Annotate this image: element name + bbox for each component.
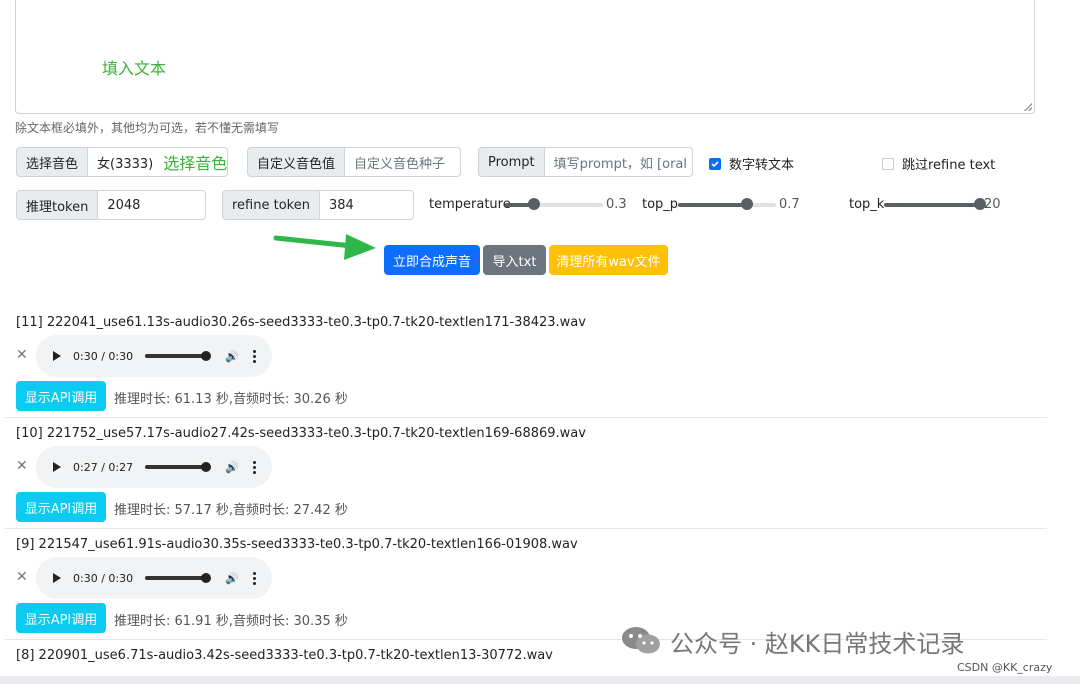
annotation-select-voice: 选择音色 [163, 154, 228, 173]
more-options-icon[interactable] [252, 349, 256, 363]
bottom-strip [0, 676, 1080, 684]
play-icon[interactable] [53, 462, 61, 472]
volume-icon[interactable]: 🔊 [225, 572, 239, 585]
result-divider [5, 528, 1047, 529]
volume-icon[interactable]: 🔊 [225, 350, 239, 363]
prompt-group: Prompt 填写prompt，如 [oral [478, 147, 693, 177]
volume-icon[interactable]: 🔊 [225, 461, 239, 474]
result-filename: [10] 221752_use57.17s-audio27.42s-seed33… [16, 426, 586, 441]
more-options-icon[interactable] [252, 571, 256, 585]
top-p-thumb[interactable] [740, 198, 753, 210]
top-k-value: 20 [984, 197, 1001, 212]
top-k-fill [884, 203, 980, 207]
infer-token-group: 推理token 2048 [16, 190, 207, 220]
annotation-fill-text: 填入文本 [102, 59, 167, 78]
refine-token-label: refine token [222, 190, 320, 220]
temperature-thumb[interactable] [528, 198, 541, 210]
close-icon[interactable]: ✕ [16, 347, 28, 363]
audio-progress[interactable] [145, 462, 212, 472]
voice-select-group: 选择音色 女(3333) 选择音色 [16, 147, 229, 177]
close-icon[interactable]: ✕ [16, 458, 28, 474]
synthesize-button[interactable]: 立即合成声音 [384, 245, 480, 275]
temperature-slider[interactable] [505, 198, 603, 210]
temperature-label: temperature [429, 197, 511, 212]
import-txt-button[interactable]: 导入txt [483, 245, 546, 275]
refine-token-group: refine token 384 [222, 190, 414, 220]
more-options-icon[interactable] [252, 460, 256, 474]
prompt-input[interactable]: 填写prompt，如 [oral [544, 147, 693, 177]
voice-label: 选择音色 [16, 147, 89, 177]
watermark-text: 公众号 · 赵KK日常技术记录 [670, 630, 965, 658]
play-icon[interactable] [53, 351, 61, 361]
green-arrow-icon [273, 234, 376, 260]
checkbox-checked-icon [709, 157, 721, 170]
show-api-button[interactable]: 显示API调用 [16, 381, 106, 411]
show-api-button[interactable]: 显示API调用 [16, 492, 106, 522]
audio-player[interactable]: 0:30 / 0:30 🔊 [36, 335, 272, 377]
form-hint: 除文本框必填外，其他均为可选，若不懂无需填写 [15, 121, 280, 135]
audio-progress[interactable] [145, 351, 212, 361]
infer-token-label: 推理token [16, 190, 99, 220]
custom-seed-label: 自定义音色值 [247, 147, 346, 177]
top-p-value: 0.7 [779, 197, 800, 212]
close-icon[interactable]: ✕ [16, 569, 28, 585]
result-meta: 推理时长: 61.13 秒,音频时长: 30.26 秒 [114, 392, 348, 407]
result-divider [5, 417, 1047, 418]
refine-token-input[interactable]: 384 [319, 190, 414, 220]
audio-time: 0:30 / 0:30 [73, 571, 134, 585]
result-filename: [8] 220901_use6.71s-audio3.42s-seed3333-… [16, 648, 553, 663]
resize-handle[interactable] [1024, 103, 1032, 111]
clear-wav-button[interactable]: 清理所有wav文件 [549, 245, 668, 275]
custom-seed-group: 自定义音色值 自定义音色种子 [247, 147, 462, 177]
audio-progress[interactable] [145, 573, 212, 583]
num-to-text-label: 数字转文本 [729, 158, 795, 173]
csdn-credit: CSDN @KK_crazy [957, 661, 1053, 674]
top-k-label: top_k [849, 197, 885, 212]
skip-refine-checkbox[interactable]: 跳过refine text [882, 154, 995, 173]
checkbox-unchecked-icon [882, 157, 894, 170]
text-input[interactable] [15, 0, 1035, 114]
result-meta: 推理时长: 61.91 秒,音频时长: 30.35 秒 [114, 614, 348, 629]
top-p-label: top_p [642, 197, 679, 212]
top-p-slider[interactable] [678, 198, 776, 210]
audio-player[interactable]: 0:27 / 0:27 🔊 [36, 446, 272, 488]
top-p-fill [678, 203, 747, 207]
temperature-value: 0.3 [606, 197, 627, 212]
audio-time: 0:27 / 0:27 [73, 460, 134, 474]
result-filename: [9] 221547_use61.91s-audio30.35s-seed333… [16, 537, 578, 552]
top-k-slider[interactable] [884, 198, 986, 210]
audio-player[interactable]: 0:30 / 0:30 🔊 [36, 557, 272, 599]
play-icon[interactable] [53, 573, 61, 583]
num-to-text-checkbox[interactable]: 数字转文本 [709, 154, 794, 173]
wechat-icon [622, 627, 660, 654]
infer-token-input[interactable]: 2048 [98, 190, 207, 220]
voice-select[interactable]: 女(3333) 选择音色 [88, 147, 229, 177]
skip-refine-label: 跳过refine text [902, 158, 996, 173]
result-meta: 推理时长: 57.17 秒,音频时长: 27.42 秒 [114, 503, 348, 518]
custom-seed-input[interactable]: 自定义音色种子 [345, 147, 462, 177]
audio-time: 0:30 / 0:30 [73, 349, 134, 363]
prompt-label: Prompt [478, 147, 545, 177]
result-filename: [11] 222041_use61.13s-audio30.26s-seed33… [16, 315, 586, 330]
show-api-button[interactable]: 显示API调用 [16, 603, 106, 633]
voice-value: 女(3333) [97, 156, 154, 172]
